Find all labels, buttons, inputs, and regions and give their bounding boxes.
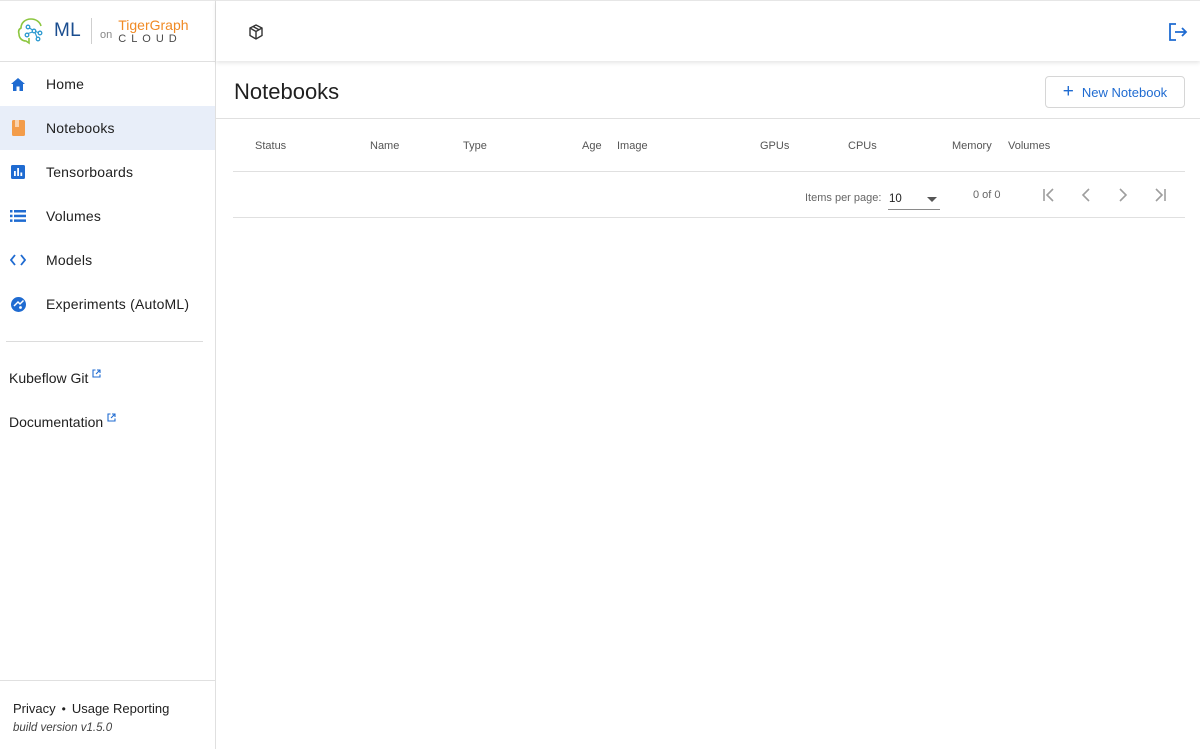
top-bar xyxy=(216,0,1200,61)
partner-name: TigerGraph xyxy=(118,16,189,33)
column-header-volumes[interactable]: Volumes xyxy=(1008,140,1050,152)
partner-logo: TigerGraph CLOUD xyxy=(118,18,188,45)
first-page-icon xyxy=(1043,188,1054,202)
sidebar-item-label: Experiments (AutoML) xyxy=(46,296,190,312)
external-link-icon xyxy=(107,412,116,422)
privacy-link[interactable]: Privacy xyxy=(13,701,56,716)
sidebar-footer: Privacy • Usage Reporting build version … xyxy=(0,680,215,749)
footer-separator: • xyxy=(61,701,66,716)
table-header: Status Name Type Age Image GPUs CPUs Mem… xyxy=(233,120,1185,172)
sidebar-divider xyxy=(6,341,203,342)
last-page-button[interactable] xyxy=(1150,185,1170,205)
first-page-button[interactable] xyxy=(1039,185,1059,205)
brand-on: on xyxy=(100,29,113,41)
items-per-page-label: Items per page: xyxy=(805,192,882,204)
brain-logo-icon xyxy=(17,18,43,45)
dropdown-caret-icon xyxy=(927,197,937,202)
link-kubeflow-git[interactable]: Kubeflow Git xyxy=(0,356,215,400)
column-header-gpus[interactable]: GPUs xyxy=(760,140,789,152)
chart-icon xyxy=(10,164,26,180)
items-per-page-select[interactable]: 10 xyxy=(888,188,940,210)
column-header-name[interactable]: Name xyxy=(370,140,399,152)
column-header-cpus[interactable]: CPUs xyxy=(848,140,877,152)
page-header: Notebooks + New Notebook xyxy=(216,62,1200,119)
main-content: Notebooks + New Notebook Status Name Typ… xyxy=(216,62,1200,749)
previous-page-button[interactable] xyxy=(1076,185,1096,205)
page-title: Notebooks xyxy=(234,79,340,104)
next-page-button[interactable] xyxy=(1113,185,1133,205)
code-icon xyxy=(10,252,26,268)
logo[interactable]: ML on TigerGraph CLOUD xyxy=(0,1,215,62)
brand-product: ML xyxy=(54,20,81,41)
link-documentation[interactable]: Documentation xyxy=(0,400,215,444)
items-per-page-value: 10 xyxy=(889,193,902,205)
sidebar: ML on TigerGraph CLOUD Home Notebooks Te… xyxy=(0,0,216,749)
sidebar-item-label: Notebooks xyxy=(46,120,115,136)
main-nav: Home Notebooks Tensorboards Volumes Mode… xyxy=(0,62,215,326)
chevron-left-icon xyxy=(1081,188,1090,202)
home-icon xyxy=(10,76,26,92)
external-link-icon xyxy=(92,368,101,378)
sidebar-item-volumes[interactable]: Volumes xyxy=(0,194,215,238)
chevron-right-icon xyxy=(1119,188,1128,202)
column-header-age[interactable]: Age xyxy=(582,140,602,152)
build-version: build version v1.5.0 xyxy=(13,722,113,734)
column-header-type[interactable]: Type xyxy=(463,140,487,152)
usage-reporting-link[interactable]: Usage Reporting xyxy=(72,701,170,716)
paginator: Items per page: 10 0 of 0 xyxy=(233,172,1185,218)
new-notebook-button[interactable]: + New Notebook xyxy=(1045,76,1185,108)
experiment-icon xyxy=(10,296,26,312)
column-header-image[interactable]: Image xyxy=(617,140,648,152)
column-header-status[interactable]: Status xyxy=(255,140,286,152)
plus-icon: + xyxy=(1062,80,1074,102)
list-icon xyxy=(10,208,26,224)
notebooks-table: Status Name Type Age Image GPUs CPUs Mem… xyxy=(233,120,1185,218)
link-label: Documentation xyxy=(9,414,104,430)
namespace-icon[interactable] xyxy=(248,24,264,45)
sidebar-item-tensorboards[interactable]: Tensorboards xyxy=(0,150,215,194)
sidebar-item-models[interactable]: Models xyxy=(0,238,215,282)
external-links: Kubeflow Git Documentation xyxy=(0,356,215,444)
notebook-icon xyxy=(10,120,26,136)
brand-divider xyxy=(91,18,92,44)
sidebar-item-notebooks[interactable]: Notebooks xyxy=(0,106,215,150)
last-page-icon xyxy=(1155,188,1166,202)
footer-links: Privacy • Usage Reporting xyxy=(13,701,215,716)
sidebar-item-home[interactable]: Home xyxy=(0,62,215,106)
logout-icon[interactable] xyxy=(1168,22,1188,47)
link-label: Kubeflow Git xyxy=(9,370,89,386)
sidebar-item-label: Volumes xyxy=(46,208,102,224)
sidebar-item-label: Home xyxy=(46,76,85,92)
new-notebook-label: New Notebook xyxy=(1081,84,1168,100)
page-range: 0 of 0 xyxy=(973,189,1001,201)
sidebar-item-label: Tensorboards xyxy=(46,164,134,180)
sidebar-item-experiments[interactable]: Experiments (AutoML) xyxy=(0,282,215,326)
partner-sub: CLOUD xyxy=(118,32,182,45)
column-header-memory[interactable]: Memory xyxy=(952,140,992,152)
sidebar-item-label: Models xyxy=(46,252,93,268)
